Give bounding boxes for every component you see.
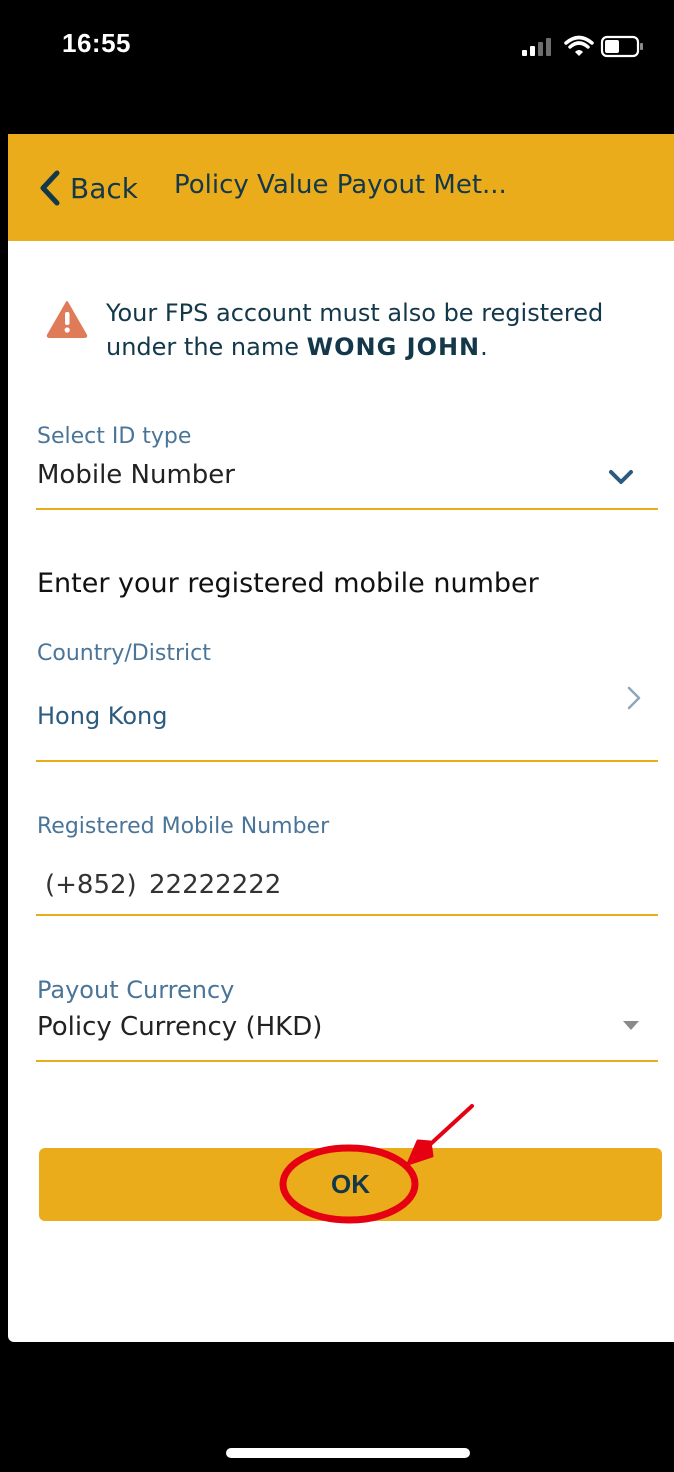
notice-text-after: .: [480, 333, 488, 361]
battery-icon: [600, 35, 643, 58]
id-type-value: Mobile Number: [37, 460, 235, 490]
status-bar: 16:55: [0, 0, 674, 134]
id-type-underline: [36, 508, 658, 510]
ok-button[interactable]: OK: [39, 1148, 662, 1221]
currency-value: Policy Currency (HKD): [37, 1012, 323, 1042]
account-holder-name: WONG JOHN: [306, 333, 481, 361]
warning-icon: [46, 301, 88, 338]
currency-underline: [36, 1060, 658, 1062]
status-time: 16:55: [62, 28, 131, 58]
currency-dropdown[interactable]: Payout Currency Policy Currency (HKD): [36, 976, 658, 1064]
signal-icon: [522, 38, 551, 56]
mobile-number-input[interactable]: 22222222: [149, 870, 281, 900]
section-heading: Enter your registered mobile number: [37, 568, 539, 599]
chevron-down-icon: [609, 470, 633, 484]
page-title: Policy Value Payout Met...: [174, 170, 507, 200]
currency-label: Payout Currency: [37, 976, 235, 1004]
country-label: Country/District: [37, 641, 211, 666]
chevron-right-icon: [627, 686, 641, 710]
id-type-dropdown[interactable]: Select ID type Mobile Number: [36, 424, 658, 512]
back-button[interactable]: Back: [36, 164, 138, 212]
status-icons-svg: [522, 35, 643, 58]
ok-button-label: OK: [331, 1169, 370, 1199]
country-selector[interactable]: Country/District Hong Kong: [36, 639, 658, 759]
chevron-left-icon: [40, 170, 60, 206]
nav-header: Back Policy Value Payout Met...: [8, 134, 674, 241]
caret-down-icon: [623, 1021, 639, 1030]
country-underline: [36, 760, 658, 762]
country-value: Hong Kong: [37, 702, 168, 730]
home-indicator[interactable]: [226, 1448, 470, 1458]
status-icons: [514, 32, 654, 62]
mobile-underline: [36, 914, 658, 916]
mobile-label: Registered Mobile Number: [37, 814, 330, 839]
mobile-prefix: (+852): [45, 870, 137, 900]
payout-method-screen: Back Policy Value Payout Met... Your FPS…: [8, 134, 674, 1342]
notice-text: Your FPS account must also be registered…: [106, 296, 646, 364]
back-label: Back: [70, 171, 138, 205]
id-type-label: Select ID type: [37, 424, 192, 449]
wifi-icon: [564, 35, 594, 56]
